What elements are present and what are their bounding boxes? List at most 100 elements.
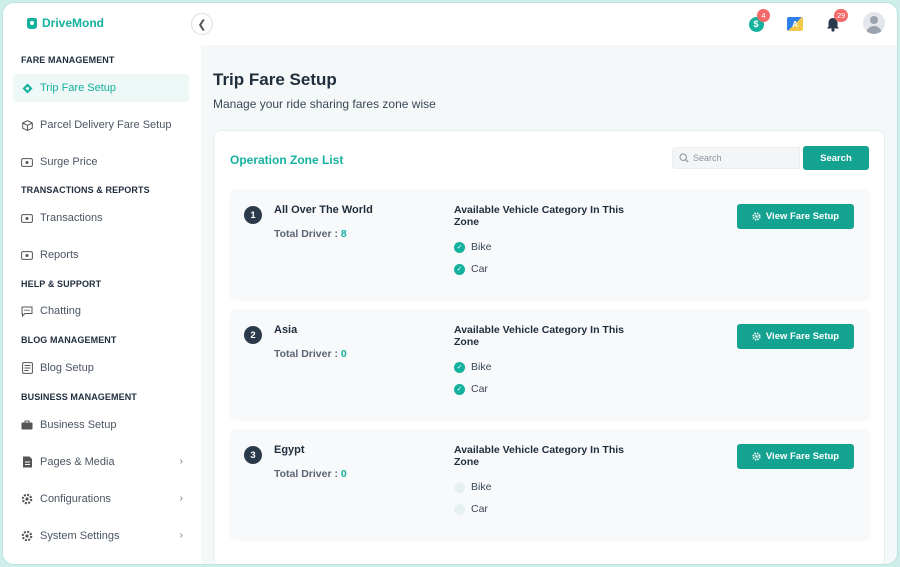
check-circle-icon: ✓ bbox=[454, 383, 465, 395]
diamond-icon bbox=[21, 82, 33, 94]
sidebar-item-label: Business Setup bbox=[40, 419, 117, 431]
top-header: DriveMond ❮ $ 4 A 29 bbox=[3, 3, 897, 45]
total-driver-count: 8 bbox=[340, 228, 347, 240]
unchecked-circle-icon: ✓ bbox=[454, 481, 465, 493]
chat-icon bbox=[21, 305, 33, 317]
search-button[interactable]: Search bbox=[803, 146, 869, 170]
sidebar-item-label: Pages & Media bbox=[40, 456, 115, 468]
chevron-right-icon: › bbox=[179, 493, 183, 504]
sidebar-collapse-button[interactable]: ❮ bbox=[191, 13, 213, 35]
gear-icon bbox=[752, 212, 761, 221]
sidebar-item-surge-price[interactable]: Surge Price bbox=[13, 148, 189, 176]
sidebar-item-reports[interactable]: Reports bbox=[13, 241, 189, 269]
sidebar-item-label: Trip Fare Setup bbox=[40, 82, 117, 94]
logo[interactable]: DriveMond bbox=[27, 16, 104, 30]
operation-zone-list-title: Operation Zone List bbox=[230, 153, 344, 167]
page-title: Trip Fare Setup bbox=[213, 70, 337, 89]
sidebar: FARE MANAGEMENT Trip Fare Setup Parcel D… bbox=[3, 45, 201, 564]
total-driver: Total Driver : 8 bbox=[274, 228, 347, 240]
section-help-support: HELP & SUPPORT bbox=[21, 279, 102, 289]
chevron-right-icon: › bbox=[179, 456, 183, 467]
wallet-icon bbox=[21, 212, 33, 224]
wallet-button[interactable]: $ 4 bbox=[746, 9, 770, 34]
sidebar-item-chatting[interactable]: Chatting bbox=[13, 297, 189, 325]
sidebar-item-trip-fare-setup[interactable]: Trip Fare Setup bbox=[13, 74, 189, 102]
sidebar-item-pages-media[interactable]: Pages & Media › bbox=[13, 448, 189, 476]
chevron-right-icon: › bbox=[179, 530, 183, 541]
app-window: DriveMond ❮ $ 4 A 29 FARE MANAGEMENT Tri… bbox=[2, 2, 898, 565]
check-circle-icon: ✓ bbox=[454, 361, 465, 373]
sidebar-item-parcel-delivery-fare-setup[interactable]: Parcel Delivery Fare Setup bbox=[13, 111, 189, 139]
vehicle-name: Bike bbox=[471, 481, 492, 493]
vehicle-item-bike: ✓ Bike bbox=[454, 481, 491, 493]
vehicle-category-title: Available Vehicle Category In This Zone bbox=[454, 324, 625, 348]
vehicle-item-bike: ✓ Bike bbox=[454, 361, 491, 373]
total-driver-count: 0 bbox=[340, 348, 347, 360]
view-fare-setup-button[interactable]: View Fare Setup bbox=[737, 204, 854, 229]
zone-number: 2 bbox=[244, 326, 262, 344]
zone-name: All Over The World bbox=[274, 204, 373, 216]
section-business-management: BUSINESS MANAGEMENT bbox=[21, 392, 137, 402]
total-driver: Total Driver : 0 bbox=[274, 348, 347, 360]
total-driver-count: 0 bbox=[340, 468, 347, 480]
sidebar-item-blog-setup[interactable]: Blog Setup bbox=[13, 354, 189, 382]
notification-badge: 29 bbox=[834, 9, 849, 22]
sidebar-item-label: System Settings bbox=[40, 530, 120, 542]
vehicle-category-title: Available Vehicle Category In This Zone bbox=[454, 444, 625, 468]
zone-card-2: 2 Asia Total Driver : 0 Available Vehicl… bbox=[230, 309, 870, 419]
zone-name: Egypt bbox=[274, 444, 305, 456]
search-box bbox=[672, 147, 800, 169]
translate-icon: A bbox=[787, 17, 803, 31]
vehicle-name: Car bbox=[471, 503, 488, 515]
vehicle-item-car: ✓ Car bbox=[454, 263, 488, 275]
total-driver-label: Total Driver : bbox=[274, 228, 341, 240]
user-avatar[interactable] bbox=[863, 12, 885, 34]
gear-icon bbox=[752, 452, 761, 461]
sidebar-item-label: Surge Price bbox=[40, 156, 98, 168]
briefcase-icon bbox=[21, 419, 33, 431]
view-fare-setup-button[interactable]: View Fare Setup bbox=[737, 444, 854, 469]
gear-icon bbox=[752, 332, 761, 341]
check-circle-icon: ✓ bbox=[454, 241, 465, 253]
zone-card-3: 3 Egypt Total Driver : 0 Available Vehic… bbox=[230, 429, 870, 539]
settings-icon bbox=[21, 530, 33, 542]
logo-text: DriveMond bbox=[42, 16, 105, 30]
total-driver: Total Driver : 0 bbox=[274, 468, 347, 480]
sidebar-item-configurations[interactable]: Configurations › bbox=[13, 485, 189, 513]
vehicle-category-title: Available Vehicle Category In This Zone bbox=[454, 204, 625, 228]
report-icon bbox=[21, 249, 33, 261]
search-input[interactable] bbox=[693, 153, 793, 163]
wallet-badge: 4 bbox=[757, 9, 770, 22]
sidebar-item-label: Parcel Delivery Fare Setup bbox=[40, 119, 172, 131]
blog-icon bbox=[21, 362, 33, 374]
search-icon bbox=[679, 153, 689, 163]
unchecked-circle-icon: ✓ bbox=[454, 503, 465, 515]
sidebar-item-business-setup[interactable]: Business Setup bbox=[13, 411, 189, 439]
vehicle-item-car: ✓ Car bbox=[454, 383, 488, 395]
sidebar-item-system-settings[interactable]: System Settings › bbox=[13, 522, 189, 550]
sidebar-item-label: Reports bbox=[40, 249, 79, 261]
operation-zone-card: Operation Zone List Search 1 All Over Th… bbox=[213, 130, 885, 564]
language-button[interactable]: A bbox=[785, 14, 805, 34]
section-fare-management: FARE MANAGEMENT bbox=[21, 55, 115, 65]
notification-button[interactable]: 29 bbox=[823, 9, 849, 34]
zone-number: 1 bbox=[244, 206, 262, 224]
sidebar-item-transactions[interactable]: Transactions bbox=[13, 204, 189, 232]
vehicle-name: Car bbox=[471, 383, 488, 395]
chevron-left-icon: ❮ bbox=[197, 18, 207, 31]
logo-icon bbox=[27, 17, 37, 29]
total-driver-label: Total Driver : bbox=[274, 468, 341, 480]
view-fare-setup-label: View Fare Setup bbox=[765, 331, 840, 342]
zone-name: Asia bbox=[274, 324, 298, 336]
sidebar-item-label: Chatting bbox=[40, 305, 81, 317]
sidebar-item-label: Configurations bbox=[40, 493, 111, 505]
zone-card-1: 1 All Over The World Total Driver : 8 Av… bbox=[230, 189, 870, 299]
pages-icon bbox=[21, 456, 33, 468]
gear-icon bbox=[21, 493, 33, 505]
vehicle-name: Car bbox=[471, 263, 488, 275]
vehicle-item-bike: ✓ Bike bbox=[454, 241, 491, 253]
vehicle-name: Bike bbox=[471, 241, 492, 253]
box-icon bbox=[21, 119, 33, 131]
page-subtitle: Manage your ride sharing fares zone wise bbox=[213, 97, 436, 111]
view-fare-setup-button[interactable]: View Fare Setup bbox=[737, 324, 854, 349]
